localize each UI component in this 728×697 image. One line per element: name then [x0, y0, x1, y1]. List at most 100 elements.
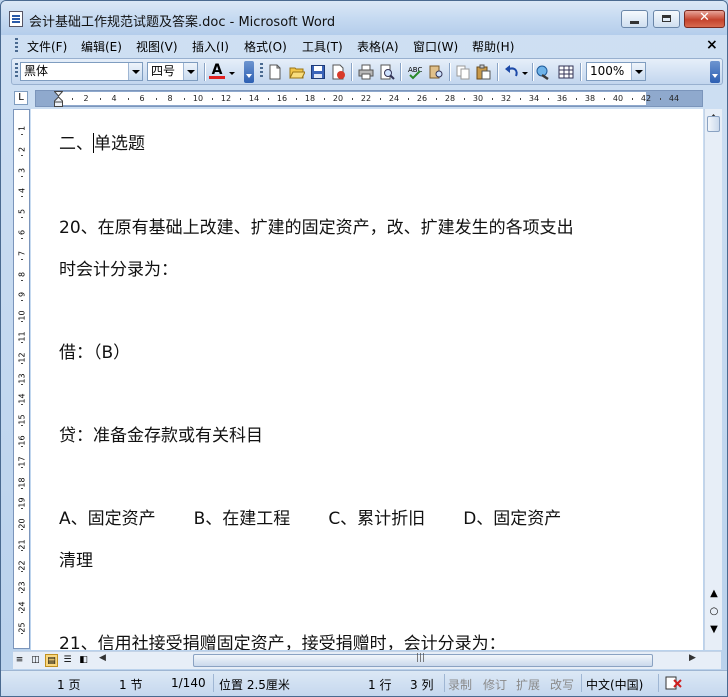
ruler-tick-label: 24 [388, 94, 400, 103]
indent-markers[interactable] [53, 91, 64, 107]
ruler-tick-mark [21, 466, 23, 468]
print-layout-view-icon[interactable]: ▤ [45, 654, 58, 667]
zoom-select[interactable]: 100% [586, 62, 646, 81]
ruler-tick-mark [380, 98, 381, 100]
save-icon[interactable] [310, 64, 326, 80]
document-close-button[interactable]: × [706, 37, 718, 53]
horizontal-scrollbar[interactable]: ≡ ◫ ▤ ☰ ◧ ◀ ||| ▶ [13, 651, 721, 669]
font-color-dropdown[interactable] [228, 64, 236, 80]
maximize-button[interactable] [653, 10, 680, 28]
next-page-icon[interactable]: ▼ [707, 623, 721, 637]
title-bar: 会计基础工作规范试题及答案.doc - Microsoft Word ✕ [1, 1, 727, 35]
ruler-tick-label: 34 [528, 94, 540, 103]
toolbar-grip-handle[interactable] [260, 63, 263, 79]
question-20-line-1: 20、在原有基础上改建、扩建的固定资产，改、扩建发生的各项支出 [59, 218, 574, 238]
font-color-icon[interactable]: A [209, 63, 225, 79]
ruler-tick-label: 18 [304, 94, 316, 103]
ruler-tick-mark [100, 98, 101, 100]
toolbar-options-chevron-icon[interactable] [710, 61, 720, 83]
word-document-icon[interactable] [9, 11, 23, 27]
status-overtype[interactable]: 改写 [550, 676, 574, 693]
menu-window[interactable]: 窗口(W) [413, 38, 458, 55]
status-record-macro[interactable]: 录制 [448, 676, 472, 693]
insert-table-icon[interactable] [558, 64, 574, 80]
chevron-down-icon [128, 63, 142, 80]
minimize-button[interactable] [621, 10, 648, 28]
ruler-tick-label: 40 [612, 94, 624, 103]
ruler-tick-mark [296, 98, 297, 100]
select-browse-object-icon[interactable]: ○ [707, 605, 721, 619]
reading-layout-view-icon[interactable]: ◧ [77, 654, 90, 667]
ruler-tick-mark [21, 487, 23, 489]
ruler-tick-label: 12 [220, 94, 232, 103]
ruler-tick-label: 8 [167, 94, 173, 103]
toolbar: 黑体 四号 A ABC 100% [11, 58, 723, 85]
ruler-tick-label: 20 [332, 94, 344, 103]
font-name-select[interactable]: 黑体 [20, 62, 143, 81]
open-folder-icon[interactable] [289, 64, 306, 80]
status-track-changes[interactable]: 修订 [483, 676, 507, 693]
document-page[interactable]: 二、单选题 20、在原有基础上改建、扩建的固定资产，改、扩建发生的各项支出 时会… [31, 109, 703, 650]
ruler-tick-label: 38 [584, 94, 596, 103]
menu-table[interactable]: 表格(A) [357, 38, 399, 55]
horizontal-ruler[interactable]: 2 4 6 8 10 12 14 16 18 20 22 24 26 28 30 32 34 36 38 40 42 44 [35, 90, 703, 107]
menu-insert[interactable]: 插入(I) [192, 38, 229, 55]
menu-format[interactable]: 格式(O) [244, 38, 287, 55]
outline-view-icon[interactable]: ☰ [61, 654, 74, 667]
toolbar-options-chevron-icon[interactable] [244, 61, 254, 83]
vertical-scrollbar[interactable]: ▲ ○ ▼ [704, 109, 722, 650]
ruler-tick-mark [408, 98, 409, 100]
vertical-ruler[interactable]: 1 2 3 4 5 6 7 8 9 10 11 12 13 14 15 16 17 18 19 20 21 22 23 24 2… [13, 109, 30, 649]
ruler-tick-mark [576, 98, 577, 100]
print-icon[interactable] [358, 64, 374, 80]
ruler-tick-mark [72, 98, 73, 100]
menu-view[interactable]: 视图(V) [136, 38, 178, 55]
close-button[interactable]: ✕ [684, 10, 725, 28]
toolbar-grip-handle[interactable] [15, 63, 18, 79]
hyperlink-icon[interactable] [536, 64, 552, 81]
research-icon[interactable] [428, 64, 444, 80]
ruler-tick-label: 14 [248, 94, 260, 103]
menu-grip-handle[interactable] [15, 38, 18, 54]
font-size-select[interactable]: 四号 [147, 62, 198, 81]
new-document-icon[interactable] [267, 64, 283, 80]
toolbar-separator [400, 63, 402, 81]
ruler-tick-mark [464, 98, 465, 100]
maximize-icon [662, 15, 671, 22]
ruler-tick-mark [21, 425, 23, 427]
font-size-value: 四号 [151, 64, 176, 78]
close-icon: ✕ [699, 10, 710, 25]
status-language[interactable]: 中文(中国) [586, 676, 643, 693]
spelling-status-icon[interactable] [665, 675, 682, 691]
ruler-tick-mark [21, 529, 23, 531]
status-bar: 1 页 1 节 1/140 位置 2.5厘米 1 行 3 列 录制 修订 扩展 … [1, 670, 727, 696]
paste-icon[interactable] [475, 64, 491, 80]
menu-help[interactable]: 帮助(H) [472, 38, 514, 55]
menu-file[interactable]: 文件(F) [27, 38, 67, 55]
scroll-left-icon[interactable]: ◀ [99, 653, 106, 663]
menu-tools[interactable]: 工具(T) [302, 38, 343, 55]
tab-selector[interactable]: L [14, 91, 28, 105]
status-extend-selection[interactable]: 扩展 [516, 676, 540, 693]
copy-icon[interactable] [455, 64, 471, 80]
vertical-scroll-thumb[interactable] [707, 116, 720, 132]
option-d: D、固定资产 [463, 509, 562, 529]
permission-icon[interactable] [330, 64, 346, 80]
web-layout-view-icon[interactable]: ◫ [29, 654, 42, 667]
ruler-tick-label: 6 [139, 94, 145, 103]
horizontal-scroll-thumb[interactable]: ||| [193, 653, 653, 667]
status-separator [444, 674, 445, 692]
previous-page-icon[interactable]: ▲ [707, 587, 721, 601]
normal-view-icon[interactable]: ≡ [13, 654, 26, 667]
status-position: 位置 2.5厘米 [219, 678, 290, 692]
undo-icon[interactable] [504, 64, 520, 80]
spelling-grammar-icon[interactable]: ABC [407, 64, 423, 80]
window-title: 会计基础工作规范试题及答案.doc - Microsoft Word [29, 15, 336, 30]
ruler-tick-label: 22 [360, 94, 372, 103]
ruler-tick-label: 16 [276, 94, 288, 103]
scroll-right-icon[interactable]: ▶ [689, 653, 696, 663]
undo-dropdown[interactable] [521, 64, 529, 80]
print-preview-icon[interactable] [379, 64, 395, 80]
ruler-tick-mark [21, 217, 23, 219]
menu-edit[interactable]: 编辑(E) [81, 38, 122, 55]
